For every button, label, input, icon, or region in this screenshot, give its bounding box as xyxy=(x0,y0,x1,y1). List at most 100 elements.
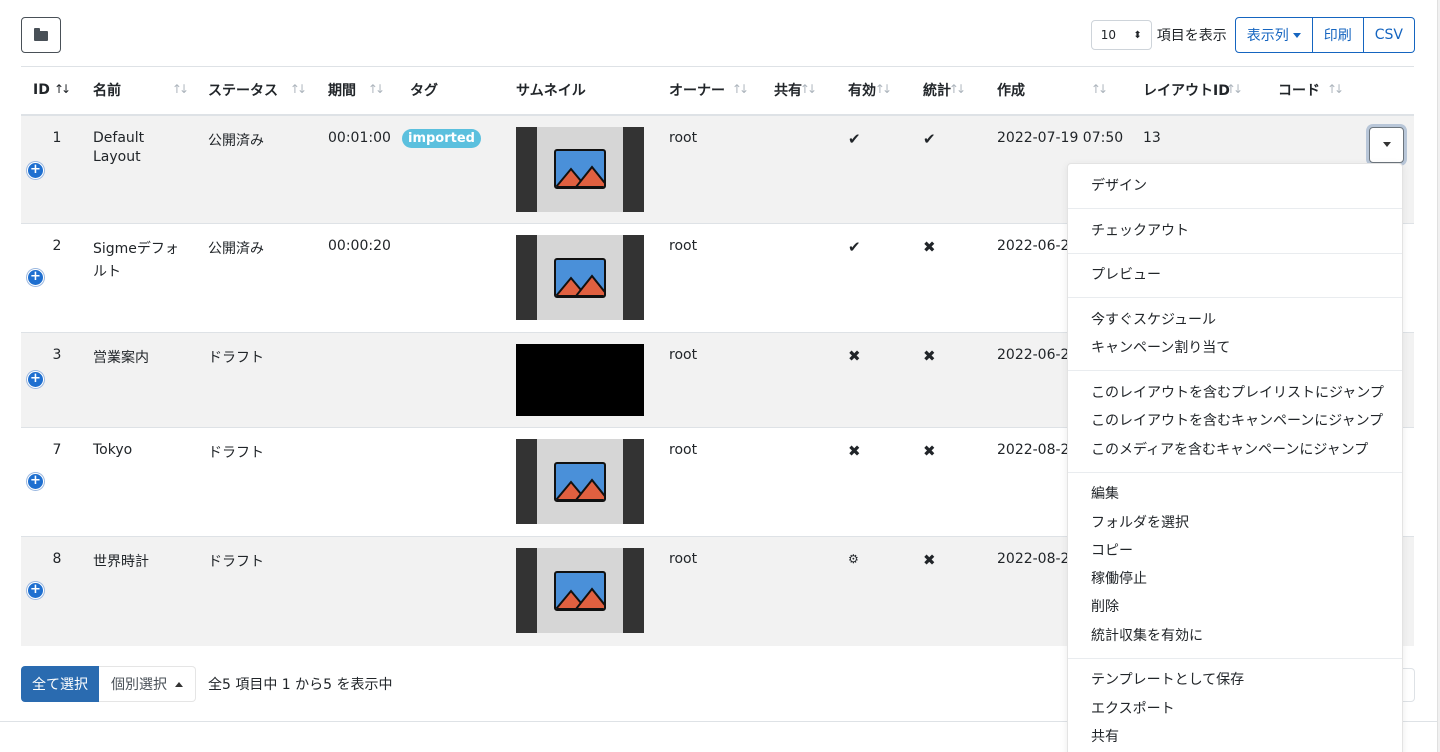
thumbnail-cell[interactable] xyxy=(504,223,657,333)
caret-up-icon xyxy=(175,681,183,687)
folder-button[interactable] xyxy=(21,17,61,53)
expand-row-icon[interactable]: + xyxy=(27,582,44,599)
shared-cell xyxy=(762,536,836,646)
menu-item-schedule-now[interactable]: 今すぐスケジュール xyxy=(1068,306,1402,334)
status-cell: 公開済み xyxy=(196,114,316,224)
shared-cell xyxy=(762,223,836,333)
cross-icon: ✖ xyxy=(848,442,861,460)
sort-icon: ↑↓ xyxy=(1225,82,1243,96)
sort-icon: ↑↓ xyxy=(367,82,385,96)
menu-item-select-folder[interactable]: フォルダを選択 xyxy=(1068,509,1402,537)
menu-divider xyxy=(1068,657,1402,659)
column-header-name[interactable]: 名前 ↑↓ xyxy=(81,66,196,116)
print-button-label: 印刷 xyxy=(1323,28,1352,44)
menu-item-enable-stats[interactable]: 統計収集を有効に xyxy=(1068,622,1402,650)
column-header-layout-id[interactable]: レイアウトID ↑↓ xyxy=(1131,66,1266,116)
thumbnail-cell[interactable] xyxy=(504,332,657,428)
row-actions-toggle[interactable] xyxy=(1369,126,1404,163)
column-header-code[interactable]: コード ↑↓ xyxy=(1266,66,1414,116)
sort-icon: ↑↓ xyxy=(1090,82,1108,96)
column-header-shared[interactable]: 共有 ↑↓ xyxy=(762,66,836,116)
menu-divider xyxy=(1068,252,1402,254)
expand-row-icon[interactable]: + xyxy=(27,269,44,286)
column-header-enabled[interactable]: 有効 ↑↓ xyxy=(836,66,911,116)
columns-button[interactable]: 表示列 xyxy=(1234,17,1313,53)
duration-cell xyxy=(316,332,398,428)
thumbnail-cell[interactable] xyxy=(504,536,657,646)
enabled-cell: ✔ xyxy=(836,114,911,224)
expand-row-icon[interactable]: + xyxy=(27,473,44,490)
select-all-button[interactable]: 全て選択 xyxy=(21,666,99,702)
select-individual-label: 個別選択 xyxy=(111,677,167,693)
column-header-tags: タグ xyxy=(398,66,504,116)
tag-badge[interactable]: imported xyxy=(402,128,481,148)
csv-button[interactable]: CSV xyxy=(1363,17,1415,53)
menu-item-save-template[interactable]: テンプレートとして保存 xyxy=(1068,666,1402,694)
column-header-owner[interactable]: オーナー ↑↓ xyxy=(657,66,762,116)
sort-icon: ↑↓ xyxy=(731,82,749,96)
menu-divider xyxy=(1068,471,1402,473)
sort-icon: ↑↓ xyxy=(874,82,892,96)
menu-item-edit[interactable]: 編集 xyxy=(1068,480,1402,508)
menu-item-retire[interactable]: 稼働停止 xyxy=(1068,565,1402,593)
shared-cell xyxy=(762,114,836,224)
csv-button-label: CSV xyxy=(1374,27,1403,43)
menu-item-delete[interactable]: 削除 xyxy=(1068,593,1402,621)
name-cell: Sigmeデフォ ルト xyxy=(81,223,196,333)
status-cell: ドラフト xyxy=(196,536,316,646)
print-button[interactable]: 印刷 xyxy=(1312,17,1364,53)
name-cell: Default Layout xyxy=(81,114,196,224)
menu-item-export[interactable]: エクスポート xyxy=(1068,695,1402,723)
menu-item-share[interactable]: 共有 xyxy=(1068,723,1402,751)
table-controls: 10 ⬍ 項目を表示 表示列 印刷 CSV xyxy=(1090,17,1415,53)
column-header-id[interactable]: ID ↑↓ xyxy=(21,66,81,116)
menu-item-copy[interactable]: コピー xyxy=(1068,537,1402,565)
sort-icon: ↑↓ xyxy=(948,82,966,96)
column-header-created[interactable]: 作成 ↑↓ xyxy=(985,66,1131,116)
duration-cell: 00:00:20 xyxy=(316,223,398,333)
page-length-select[interactable]: 10 ⬍ xyxy=(1090,20,1152,50)
name-cell: 営業案内 xyxy=(81,332,196,428)
menu-item-jump-media-campaign[interactable]: このメディアを含むキャンペーンにジャンプ xyxy=(1068,436,1402,464)
expand-row-icon[interactable]: + xyxy=(27,371,44,388)
shared-cell xyxy=(762,427,836,537)
select-individual-button[interactable]: 個別選択 xyxy=(99,666,196,702)
name-cell: 世界時計 xyxy=(81,536,196,646)
thumbnail[interactable] xyxy=(516,126,644,212)
owner-cell: root xyxy=(657,332,762,428)
menu-item-checkout[interactable]: チェックアウト xyxy=(1068,217,1402,245)
menu-item-preview[interactable]: プレビュー xyxy=(1068,261,1402,289)
menu-item-assign-campaign[interactable]: キャンペーン割り当て xyxy=(1068,334,1402,362)
menu-divider xyxy=(1068,207,1402,209)
page-length-value: 10 xyxy=(1100,28,1117,42)
thumbnail[interactable] xyxy=(516,235,644,320)
enabled-cell: ✔ xyxy=(836,223,911,333)
column-header-duration[interactable]: 期間 ↑↓ xyxy=(316,66,398,116)
stats-cell: ✖ xyxy=(911,427,985,537)
thumbnail[interactable] xyxy=(516,548,644,633)
stats-cell: ✖ xyxy=(911,332,985,428)
thumbnail[interactable] xyxy=(516,439,644,524)
thumbnail-cell[interactable] xyxy=(504,427,657,537)
expand-row-icon[interactable]: + xyxy=(27,161,44,179)
gears-icon: ⚙ xyxy=(848,552,859,566)
image-placeholder-icon xyxy=(554,257,606,298)
columns-button-label: 表示列 xyxy=(1246,28,1289,44)
status-cell: 公開済み xyxy=(196,223,316,333)
menu-item-jump-campaign[interactable]: このレイアウトを含むキャンペーンにジャンプ xyxy=(1068,407,1402,435)
column-header-status[interactable]: ステータス ↑↓ xyxy=(196,66,316,116)
image-placeholder-icon xyxy=(554,461,606,502)
row-actions-menu: デザイン チェックアウト プレビュー 今すぐスケジュール キャンペーン割り当て … xyxy=(1067,163,1403,752)
column-header-stats[interactable]: 統計 ↑↓ xyxy=(911,66,985,116)
thumbnail[interactable] xyxy=(516,344,644,416)
id-cell: 2 + xyxy=(21,223,81,333)
sort-asc-icon: ↑↓ xyxy=(54,82,71,96)
enabled-cell: ⚙ xyxy=(836,536,911,646)
sort-icon: ↑↓ xyxy=(171,82,189,96)
menu-item-jump-playlist[interactable]: このレイアウトを含むプレイリストにジャンプ xyxy=(1068,379,1402,407)
check-icon: ✔ xyxy=(923,129,936,148)
thumbnail-cell[interactable] xyxy=(504,114,657,224)
caret-down-icon xyxy=(1382,142,1391,147)
menu-item-design[interactable]: デザイン xyxy=(1068,172,1402,200)
tags-cell xyxy=(398,536,504,646)
